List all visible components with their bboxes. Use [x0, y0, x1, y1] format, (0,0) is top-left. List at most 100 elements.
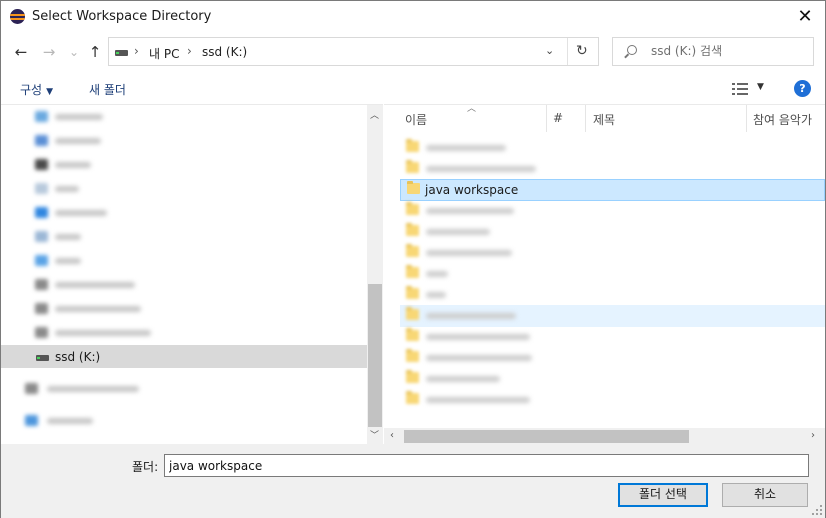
folder-icon	[406, 202, 419, 215]
folder-icon	[406, 223, 419, 236]
folder-field-label: 폴더:	[132, 460, 159, 474]
folder-icon	[406, 139, 419, 152]
column-header-number[interactable]: #	[547, 105, 585, 132]
tree-item[interactable]	[1, 177, 367, 200]
select-folder-button[interactable]: 폴더 선택	[618, 483, 708, 507]
network-icon	[25, 415, 38, 426]
folder-icon	[406, 391, 419, 404]
organize-label: 구성	[20, 83, 43, 97]
folder-name-field[interactable]	[164, 454, 809, 477]
cancel-button[interactable]: 취소	[722, 483, 808, 507]
search-input[interactable]	[651, 44, 806, 58]
search-icon	[627, 45, 637, 55]
select-workspace-dialog: Select Workspace Directory ✕ ← → ⌄ ↑ › 내…	[0, 0, 826, 518]
folder-icon	[406, 160, 419, 173]
navigation-bar: ← → ⌄ ↑ › 내 PC › ssd (K:) ⌄ ↻	[1, 32, 825, 72]
folder-icon	[406, 265, 419, 278]
list-item-label: java workspace	[425, 183, 519, 197]
tree-item[interactable]	[1, 409, 367, 432]
folder-icon	[407, 181, 420, 194]
list-item[interactable]	[400, 200, 825, 222]
chevron-down-icon: ▼	[46, 87, 54, 97]
dialog-footer: 폴더: 폴더 선택 취소	[1, 444, 825, 518]
tree-item[interactable]	[1, 321, 367, 344]
scroll-down-icon[interactable]: ﹀	[370, 428, 379, 441]
tree-item[interactable]	[1, 225, 367, 248]
eclipse-app-icon	[10, 9, 25, 24]
tree-item[interactable]	[1, 105, 367, 128]
scroll-left-icon[interactable]: ‹	[390, 430, 394, 441]
scroll-thumb[interactable]	[404, 430, 689, 443]
forward-button[interactable]: →	[39, 42, 59, 62]
file-list: ︿ 이름 # 제목 참여 음악가 java workspace ‹ ›	[384, 104, 825, 444]
tree-item[interactable]	[1, 249, 367, 272]
list-item[interactable]	[400, 284, 825, 306]
details-view-icon[interactable]	[732, 83, 748, 95]
navigation-tree: ssd (K:) ︿ ﹀	[1, 104, 383, 444]
tree-item-label: ssd (K:)	[55, 350, 101, 364]
folder-icon	[35, 207, 48, 218]
refresh-button[interactable]: ↻	[576, 43, 588, 59]
tree-item[interactable]	[1, 273, 367, 296]
address-bar[interactable]: › 내 PC › ssd (K:) ⌄ ↻	[108, 37, 599, 66]
address-history-dropdown[interactable]: ⌄	[545, 44, 554, 57]
address-divider	[567, 38, 568, 65]
help-icon[interactable]: ?	[794, 80, 811, 97]
folder-icon	[35, 255, 48, 266]
command-toolbar: 구성 ▼ 새 폴더 ▼ ?	[1, 72, 825, 104]
dialog-title: Select Workspace Directory	[32, 9, 212, 24]
organize-menu[interactable]: 구성 ▼	[20, 81, 53, 98]
drive-icon	[115, 50, 128, 56]
breadcrumb-this-pc[interactable]: 내 PC	[149, 45, 179, 62]
up-button[interactable]: ↑	[85, 42, 105, 62]
column-header-name[interactable]: 이름	[400, 105, 546, 132]
drive-icon	[35, 327, 48, 338]
list-item[interactable]	[400, 347, 825, 369]
list-horizontal-scrollbar[interactable]: ‹ ›	[384, 428, 825, 444]
tree-item-ssd-drive[interactable]: ssd (K:)	[1, 345, 367, 368]
view-options-dropdown[interactable]: ▼	[757, 82, 764, 92]
tree-item[interactable]	[1, 201, 367, 224]
new-folder-button[interactable]: 새 폴더	[89, 81, 126, 98]
recent-locations-dropdown[interactable]: ⌄	[64, 42, 84, 62]
list-item[interactable]	[400, 137, 825, 159]
drive-icon	[35, 303, 48, 314]
list-item[interactable]	[400, 368, 825, 390]
tree-item[interactable]	[1, 297, 367, 320]
drive-icon	[35, 279, 48, 290]
list-item[interactable]	[400, 221, 825, 243]
title-bar: Select Workspace Directory ✕	[1, 1, 825, 32]
scroll-thumb[interactable]	[368, 284, 382, 427]
folder-icon	[35, 183, 48, 194]
folder-icon	[406, 244, 419, 257]
list-item-java-workspace[interactable]: java workspace	[400, 179, 825, 201]
tree-vertical-scrollbar[interactable]: ︿ ﹀	[367, 105, 383, 444]
folder-icon	[35, 111, 48, 122]
scroll-right-icon[interactable]: ›	[811, 430, 815, 441]
breadcrumb-ssd-drive[interactable]: ssd (K:)	[202, 45, 247, 59]
column-header-contributing-artists[interactable]: 참여 음악가	[747, 105, 825, 132]
folder-icon	[35, 135, 48, 146]
list-item[interactable]	[400, 158, 825, 180]
resize-grip-icon[interactable]	[812, 505, 822, 515]
network-drive-icon	[25, 383, 38, 394]
folder-icon	[406, 307, 419, 320]
scroll-up-icon[interactable]: ︿	[370, 108, 379, 121]
folder-icon	[406, 328, 419, 341]
list-item[interactable]	[400, 326, 825, 348]
back-button[interactable]: ←	[11, 42, 31, 62]
folder-icon	[406, 370, 419, 383]
list-item[interactable]	[400, 305, 825, 327]
search-box[interactable]	[612, 37, 814, 66]
column-header-title[interactable]: 제목	[586, 105, 746, 132]
list-item[interactable]	[400, 263, 825, 285]
close-button[interactable]: ✕	[785, 1, 825, 32]
list-item[interactable]	[400, 242, 825, 264]
tree-item[interactable]	[1, 129, 367, 152]
breadcrumb-separator: ›	[187, 44, 192, 58]
tree-item[interactable]	[1, 153, 367, 176]
list-item[interactable]	[400, 389, 825, 411]
tree-item[interactable]	[1, 377, 367, 400]
folder-icon	[406, 286, 419, 299]
folder-icon	[35, 231, 48, 242]
